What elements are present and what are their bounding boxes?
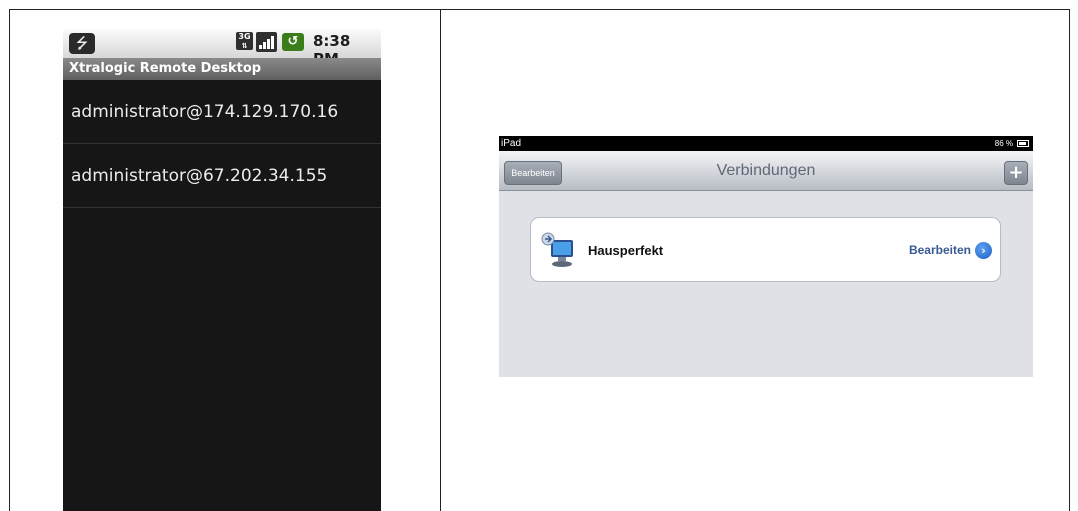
remote-desktop-icon: [541, 232, 573, 267]
add-connection-button[interactable]: +: [1004, 161, 1028, 185]
page-title: Verbindungen: [716, 162, 816, 179]
edit-button[interactable]: Bearbeiten: [504, 161, 562, 185]
connection-cell[interactable]: Hausperfekt Bearbeiten ›: [530, 217, 1001, 282]
list-item[interactable]: administrator@174.129.170.16: [63, 80, 381, 144]
3g-icon: 3G ⇅: [236, 32, 253, 50]
list-item[interactable]: administrator@67.202.34.155: [63, 144, 381, 208]
battery-charging-icon: ↺: [282, 33, 304, 51]
android-screen: ⭍ 3G ⇅ ↺ 8:38 PM Xtralogic Remote Deskto…: [63, 29, 381, 511]
device-label: iPad: [501, 138, 522, 149]
connection-list: administrator@174.129.170.16 administrat…: [63, 80, 381, 208]
network-label: 3G: [238, 32, 251, 41]
connection-name: Hausperfekt: [588, 243, 664, 258]
ipad-status-bar: iPad 86 %: [499, 136, 1033, 151]
chevron-right-icon[interactable]: ›: [975, 241, 992, 259]
ipad-screen: iPad 86 % Verbindungen Bearbeiten + Haus…: [499, 136, 1033, 377]
app-title: Xtralogic Remote Desktop: [63, 58, 381, 80]
battery-icon: [1017, 140, 1029, 147]
edit-connection-label: Bearbeiten: [908, 243, 971, 257]
navigation-bar: Verbindungen Bearbeiten +: [499, 151, 1033, 191]
edit-connection-button[interactable]: Bearbeiten ›: [909, 241, 992, 259]
battery-percent: 86 %: [994, 139, 1013, 148]
usb-icon: ⭍: [69, 33, 95, 54]
panel-divider: [440, 9, 441, 511]
android-status-bar: ⭍ 3G ⇅ ↺ 8:38 PM: [63, 29, 381, 68]
signal-icon: [256, 32, 277, 52]
